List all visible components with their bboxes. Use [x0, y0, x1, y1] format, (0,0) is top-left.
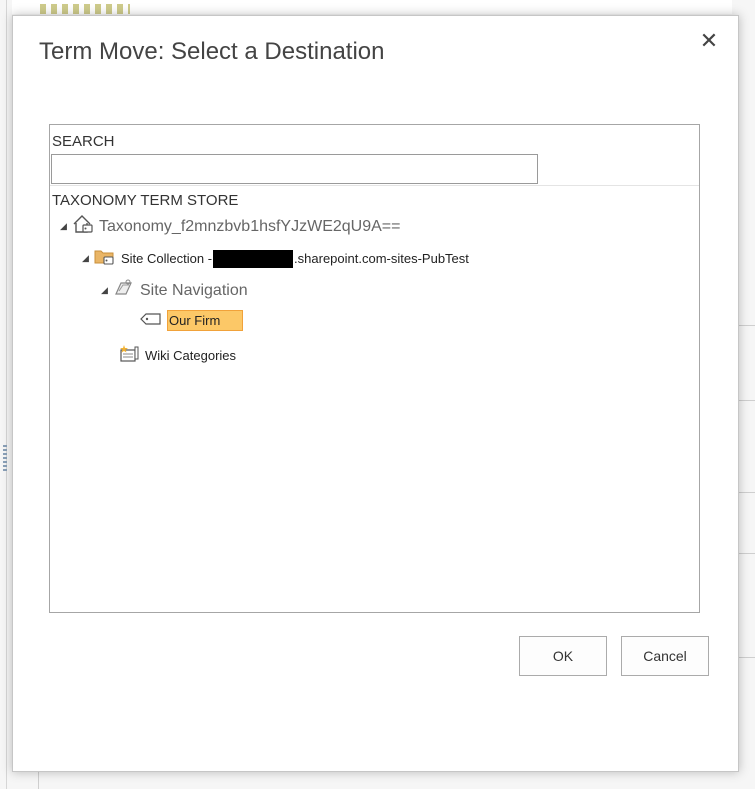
tree-node-our-firm[interactable]: Our Firm: [140, 310, 244, 331]
ok-button[interactable]: OK: [519, 636, 607, 676]
expand-arrow-icon[interactable]: ◢: [101, 285, 113, 296]
term-picker-panel: SEARCH TAXONOMY TERM STORE ◢ Taxonomy_f2…: [49, 124, 700, 613]
tree-node-site-navigation[interactable]: ◢ Site Navigation: [101, 278, 248, 303]
tree-node-wiki-categories[interactable]: Wiki Categories: [118, 344, 236, 367]
search-label: SEARCH: [52, 133, 115, 150]
expand-arrow-icon[interactable]: ◢: [82, 253, 94, 264]
tree-node-label: Site Navigation: [140, 281, 248, 299]
background-resize-grip[interactable]: [3, 445, 7, 471]
tree-node-term-store[interactable]: ◢ Taxonomy_f2mnzbvb1hsfYJzWE2qU9A==: [60, 214, 400, 239]
divider: [50, 185, 699, 186]
tree-node-label-prefix: Site Collection -: [121, 251, 213, 266]
term-set-icon: [113, 278, 135, 303]
tag-icon: [140, 311, 162, 330]
close-icon[interactable]: ✕: [698, 30, 720, 52]
background-divider: [737, 657, 755, 658]
folder-icon: [94, 247, 116, 270]
background-divider: [737, 400, 755, 401]
cancel-button[interactable]: Cancel: [621, 636, 709, 676]
background-divider: [6, 0, 7, 789]
background-divider: [38, 770, 39, 789]
background-divider: [737, 325, 755, 326]
tree-node-label-suffix: .sharepoint.com-sites-PubTest: [294, 251, 469, 266]
tree-node-site-collection[interactable]: ◢ Site Collection - .sharepoint.com-site…: [82, 247, 469, 270]
term-store-house-icon: [72, 214, 94, 239]
redaction-block: [213, 249, 294, 268]
dialog-title: Term Move: Select a Destination: [39, 38, 385, 65]
background-divider: [737, 553, 755, 554]
tree-node-label: Taxonomy_f2mnzbvb1hsfYJzWE2qU9A==: [99, 217, 401, 235]
background-logo-fragment: [40, 4, 130, 14]
search-input[interactable]: [51, 154, 538, 184]
tree-node-label: Wiki Categories: [145, 348, 237, 363]
term-move-dialog: Term Move: Select a Destination ✕ SEARCH…: [12, 15, 739, 772]
selected-term-label[interactable]: Our Firm: [167, 310, 244, 331]
background-divider: [737, 492, 755, 493]
term-set-star-icon: [118, 344, 140, 367]
expand-arrow-icon[interactable]: ◢: [60, 221, 72, 232]
tree-header: TAXONOMY TERM STORE: [52, 192, 239, 209]
